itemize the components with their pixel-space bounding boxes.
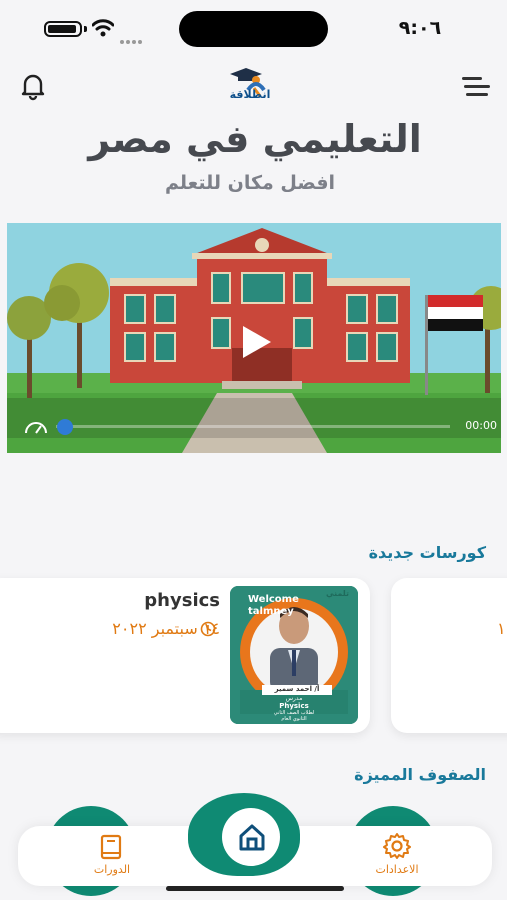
thumbnail-role: مدرس — [285, 695, 303, 702]
course-date: ١٤ سبتمبر ٢٠٢٢ — [112, 619, 220, 638]
home-icon[interactable] — [236, 821, 268, 853]
book-icon[interactable] — [98, 834, 124, 860]
status-time: ٩:٠٦ — [398, 17, 442, 39]
video-time: 00:00 — [465, 419, 497, 432]
course-date: ١ — [497, 619, 506, 638]
play-icon[interactable] — [233, 320, 277, 364]
gear-icon[interactable] — [383, 832, 411, 860]
page-title: التعليمي في مصر — [88, 117, 422, 161]
thumbnail-subject: Physics — [279, 702, 309, 710]
cellular-signal-icon — [120, 29, 150, 44]
wifi-icon — [92, 19, 114, 37]
course-thumbnail: تلمني Welcome talmney أ/ احمد سمير مدرس … — [230, 586, 358, 724]
battery-icon — [44, 21, 82, 37]
thumbnail-brand: talmney — [248, 606, 294, 617]
thumbnail-line2: الثانوي العام — [281, 716, 307, 722]
clock-icon — [200, 621, 216, 637]
section-title-new-courses: كورسات جديدة — [368, 543, 486, 562]
course-name: physics — [144, 590, 220, 611]
bell-icon[interactable] — [17, 70, 49, 102]
section-title-featured: الصفوف المميزة — [354, 765, 486, 784]
home-indicator — [166, 886, 344, 891]
nav-settings-label[interactable]: الاعدادات — [352, 863, 442, 876]
course-card[interactable] — [391, 578, 507, 733]
menu-icon[interactable] — [462, 77, 492, 97]
logo-text: انطلاقة — [229, 88, 271, 101]
battery-tip — [84, 26, 87, 32]
thumbnail-teacher: أ/ احمد سمير — [274, 685, 320, 693]
thumbnail-welcome: Welcome — [248, 594, 299, 605]
video-progress-thumb[interactable] — [57, 419, 73, 435]
page-subtitle: افضل مكان للتعلم — [164, 172, 336, 194]
nav-courses-label[interactable]: الدورات — [67, 863, 157, 876]
video-progress-track[interactable] — [56, 425, 450, 428]
thumbnail-corner-text: تلمني — [326, 589, 349, 598]
playback-speed-icon[interactable] — [24, 417, 48, 435]
dynamic-island — [179, 11, 328, 47]
